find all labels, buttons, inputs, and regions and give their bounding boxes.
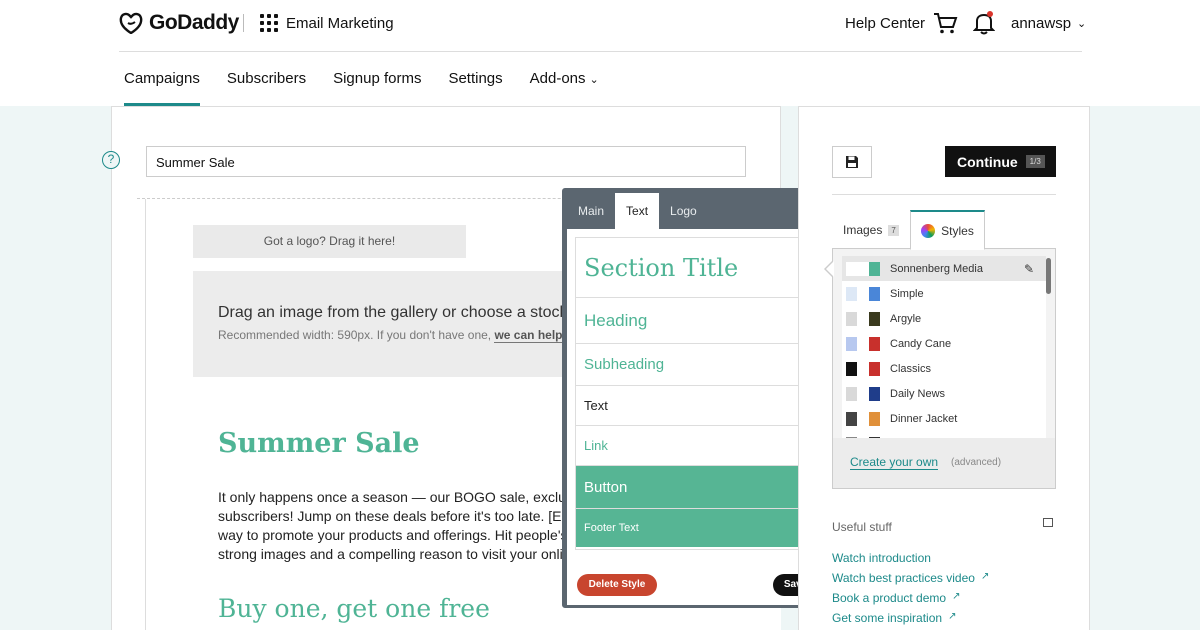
tab-images-label: Images bbox=[843, 223, 883, 237]
delete-style-button[interactable]: Delete Style bbox=[577, 574, 657, 596]
email-paragraph[interactable]: It only happens once a season — our BOGO… bbox=[218, 488, 578, 568]
username: annawsp bbox=[1011, 15, 1072, 32]
style-subheading[interactable]: Subheading bbox=[576, 344, 816, 386]
help-icon[interactable]: ? bbox=[102, 151, 120, 169]
theme-row[interactable]: Candy Cane bbox=[842, 331, 1046, 356]
campaign-name-input[interactable]: Summer Sale bbox=[146, 146, 746, 177]
palette-icon bbox=[921, 223, 936, 238]
popup-tabs: Main Text Logo bbox=[567, 193, 708, 229]
theme-swatch bbox=[846, 311, 880, 326]
tab-styles[interactable]: Styles bbox=[910, 210, 985, 250]
advanced-note: (advanced) bbox=[951, 457, 1002, 468]
external-link-icon: ↗ bbox=[948, 611, 957, 622]
text-style-list: Section Title Heading Subheading Text Li… bbox=[575, 237, 817, 550]
email-subheadline[interactable]: Buy one, get one free bbox=[218, 594, 490, 623]
tab-logo[interactable]: Logo bbox=[659, 193, 708, 229]
image-drop-hint: Recommended width: 590px. If you don't h… bbox=[218, 328, 566, 343]
help-link[interactable]: we can help. bbox=[494, 328, 566, 343]
notification-bell-icon[interactable] bbox=[973, 10, 995, 36]
theme-name: Candy Cane bbox=[890, 337, 952, 350]
product-name[interactable]: Email Marketing bbox=[286, 15, 394, 32]
theme-name: Daily News bbox=[890, 387, 946, 400]
useful-stuff-heading: Useful stuff bbox=[832, 520, 892, 534]
help-center-link[interactable]: Help Center bbox=[845, 15, 925, 32]
floppy-disk-icon bbox=[846, 156, 858, 168]
image-drop-title: Drag an image from the gallery or choose… bbox=[218, 304, 593, 321]
theme-row[interactable]: Sonnenberg Media ✎ bbox=[842, 256, 1046, 281]
style-link[interactable]: Link bbox=[576, 426, 816, 466]
continue-label: Continue bbox=[957, 153, 1018, 170]
sidebar-separator bbox=[832, 194, 1056, 195]
useful-links: Watch introduction Watch best practices v… bbox=[832, 551, 989, 631]
style-section-title[interactable]: Section Title bbox=[576, 238, 816, 298]
theme-row[interactable]: Dinner Jacket bbox=[842, 406, 1046, 431]
popup-body: Section Title Heading Subheading Text Li… bbox=[567, 229, 824, 605]
theme-name: Simple bbox=[890, 287, 924, 300]
external-link-icon: ↗ bbox=[952, 591, 961, 602]
style-footer-text[interactable]: Footer Text bbox=[576, 509, 816, 547]
useful-link[interactable]: Book a product demo ↗ bbox=[832, 591, 989, 611]
nav-add-ons[interactable]: Add-ons ⌄ bbox=[530, 70, 599, 106]
theme-list: Sonnenberg Media ✎ Simple Argyle Candy Cane C… bbox=[842, 256, 1046, 438]
header-separator bbox=[119, 51, 1082, 52]
user-menu[interactable]: annawsp ⌄ bbox=[1011, 15, 1086, 32]
nav-settings[interactable]: Settings bbox=[448, 70, 502, 106]
theme-row[interactable]: Classics bbox=[842, 356, 1046, 381]
theme-swatch bbox=[846, 386, 880, 401]
nav-campaigns[interactable]: Campaigns bbox=[124, 70, 200, 106]
continue-button[interactable]: Continue 1/3 bbox=[945, 146, 1056, 177]
godaddy-logo-icon bbox=[119, 12, 143, 34]
godaddy-logo[interactable]: GoDaddy bbox=[119, 11, 239, 35]
nav-subscribers[interactable]: Subscribers bbox=[227, 70, 306, 106]
useful-link[interactable]: Watch introduction bbox=[832, 551, 989, 571]
external-link-icon: ↗ bbox=[980, 571, 990, 582]
top-bar: GoDaddy Email Marketing Help Center anna… bbox=[0, 0, 1200, 106]
popup-pointer-inner bbox=[826, 261, 834, 277]
theme-swatch bbox=[846, 411, 880, 426]
logo-drop-zone[interactable]: Got a logo? Drag it here! bbox=[193, 225, 466, 258]
tab-main[interactable]: Main bbox=[567, 193, 615, 229]
image-drop-zone[interactable]: Drag an image from the gallery or choose… bbox=[193, 271, 593, 377]
brand-name: GoDaddy bbox=[149, 11, 239, 34]
main-nav: Campaigns Subscribers Signup forms Setti… bbox=[124, 70, 626, 106]
theme-row[interactable]: Simple bbox=[842, 281, 1046, 306]
tab-styles-label: Styles bbox=[941, 223, 974, 238]
theme-row[interactable]: Daily News bbox=[842, 381, 1046, 406]
theme-swatch bbox=[846, 336, 880, 351]
theme-swatch bbox=[846, 261, 880, 276]
step-indicator: 1/3 bbox=[1025, 155, 1045, 168]
nav-signup-forms[interactable]: Signup forms bbox=[333, 70, 421, 106]
save-draft-button[interactable] bbox=[832, 146, 872, 178]
chevron-down-icon: ⌄ bbox=[589, 74, 599, 86]
useful-link[interactable]: Get some inspiration ↗ bbox=[832, 611, 989, 631]
theme-row[interactable] bbox=[842, 431, 1046, 438]
tab-text[interactable]: Text bbox=[615, 193, 660, 229]
images-count-badge: 7 bbox=[888, 224, 899, 236]
email-headline[interactable]: Summer Sale bbox=[218, 428, 420, 459]
collapse-icon[interactable] bbox=[1043, 518, 1053, 527]
cart-icon[interactable] bbox=[932, 10, 958, 36]
style-button[interactable]: Button bbox=[576, 466, 816, 509]
theme-name: Dinner Jacket bbox=[890, 412, 958, 425]
nav-add-ons-label: Add-ons bbox=[529, 70, 586, 87]
text-style-popup: Main Text Logo × Section Title Heading S… bbox=[562, 188, 829, 608]
theme-name: Classics bbox=[890, 362, 931, 375]
style-text[interactable]: Text bbox=[576, 386, 816, 426]
useful-link[interactable]: Watch best practices video ↗ bbox=[832, 571, 989, 591]
style-heading[interactable]: Heading bbox=[576, 298, 816, 344]
theme-swatch bbox=[846, 361, 880, 376]
theme-name: Sonnenberg Media bbox=[890, 262, 983, 275]
theme-list-scrollbar[interactable] bbox=[1046, 258, 1051, 294]
theme-name: Argyle bbox=[890, 312, 922, 325]
theme-row[interactable]: Argyle bbox=[842, 306, 1046, 331]
header-divider bbox=[243, 14, 244, 32]
chevron-down-icon: ⌄ bbox=[1077, 18, 1087, 30]
pencil-icon[interactable]: ✎ bbox=[1024, 262, 1034, 276]
tab-images[interactable]: Images 7 bbox=[833, 211, 909, 249]
theme-swatch bbox=[846, 286, 880, 301]
apps-grid-icon[interactable] bbox=[260, 14, 278, 32]
create-your-own-link[interactable]: Create your own bbox=[850, 455, 939, 470]
